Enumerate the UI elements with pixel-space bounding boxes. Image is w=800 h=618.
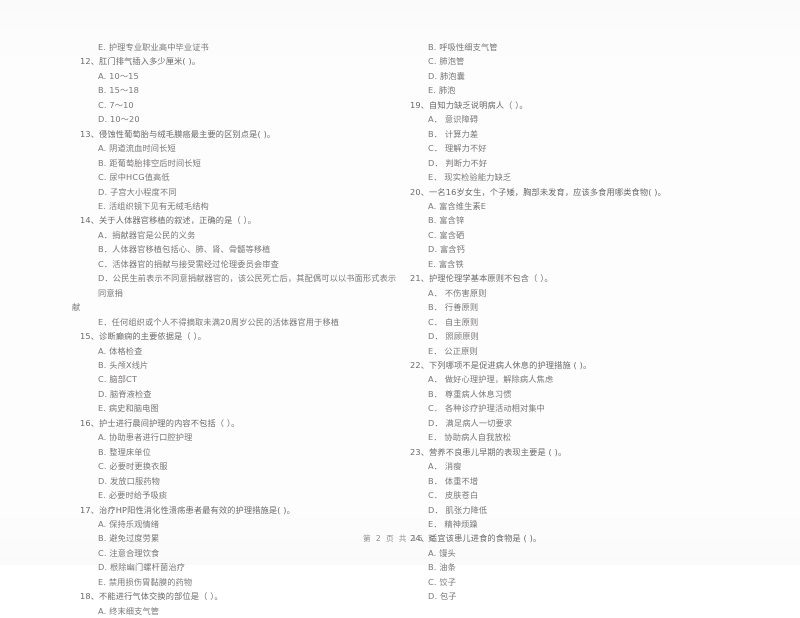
answer-option: B．人体器官移植包括心、肺、肾、骨髓等移植 bbox=[98, 244, 271, 255]
answer-option: A. 体格检查 bbox=[98, 345, 143, 356]
answer-option: E． 精神烦躁 bbox=[428, 518, 478, 529]
answer-option: A. 富含维生素E bbox=[428, 200, 487, 211]
answer-option: A． 不伤害原则 bbox=[428, 287, 487, 298]
answer-option: A. 保持乐观情绪 bbox=[98, 518, 160, 529]
answer-option: B. 富含锌 bbox=[428, 215, 465, 226]
answer-option: E. 病史和脑电图 bbox=[98, 403, 159, 414]
question-stem: 22、下列哪项不是促进病人休息的护理措施 ( )。 bbox=[410, 359, 592, 370]
answer-option: D． 满足病人一切要求 bbox=[428, 417, 513, 428]
wrapped-continuation-line: 献 bbox=[72, 302, 81, 313]
exam-paper-page: E. 护理专业职业高中毕业证书 12、肛门排气插入多少厘米( )。 A. 10～15… bbox=[0, 0, 800, 616]
answer-option: C. 饺子 bbox=[428, 576, 457, 587]
answer-option: B． 行善原则 bbox=[428, 302, 479, 313]
answer-option: E． 现实检验能力缺乏 bbox=[428, 172, 512, 183]
question-stem: 18、不能进行气体交换的部位是（ ）。 bbox=[80, 591, 223, 602]
answer-option: D． 照顾原则 bbox=[428, 331, 479, 342]
answer-option: B． 体重不增 bbox=[428, 475, 479, 486]
answer-option: C. 注意合理饮食 bbox=[98, 547, 160, 558]
answer-option: C. 7～10 bbox=[98, 99, 134, 110]
answer-option: C. 必要时更换衣服 bbox=[98, 461, 168, 472]
answer-option: E．任何组织或个人不得摘取未满20周岁公民的活体器官用于移植 bbox=[98, 316, 340, 327]
answer-option: B. 头颅X线片 bbox=[98, 359, 149, 370]
answer-option: D. 包子 bbox=[428, 591, 457, 602]
question-stem: 15、诊断癫痫的主要依据是（ ）。 bbox=[80, 331, 207, 342]
answer-option: C． 皮肤苍白 bbox=[428, 490, 479, 501]
question-stem: 20、一名16岁女生，个子矮，胸部未发育，应该多食用哪类食物( )。 bbox=[410, 186, 666, 197]
answer-option: E. 活组织镜下见有无绒毛结构 bbox=[98, 200, 209, 211]
answer-option: B. 15～18 bbox=[98, 85, 140, 96]
answer-option: D. 肺泡囊 bbox=[428, 70, 465, 81]
answer-option: E. 禁用损伤胃黏膜的药物 bbox=[98, 576, 193, 587]
answer-option: E． 公正原则 bbox=[428, 345, 478, 356]
answer-option: D. 脑脊液检查 bbox=[98, 388, 152, 399]
answer-option: B. 油条 bbox=[428, 562, 456, 573]
answer-option: B． 计算力差 bbox=[428, 128, 479, 139]
answer-option: C． 各种诊疗护理活动相对集中 bbox=[428, 403, 546, 414]
answer-option: D. 富含钙 bbox=[428, 244, 465, 255]
answer-option: A. 终末细支气管 bbox=[98, 605, 160, 616]
answer-option: B. 呼吸性细支气管 bbox=[428, 42, 498, 52]
answer-option: C． 理解力不好 bbox=[428, 143, 487, 154]
answer-option: C．活体器官的捐献与接受需经过伦理委员会审查 bbox=[98, 258, 279, 269]
answer-option: A． 意识障碍 bbox=[428, 114, 479, 125]
answer-option: B. 整理床单位 bbox=[98, 446, 151, 457]
question-stem: 12、肛门排气插入多少厘米( )。 bbox=[80, 56, 201, 67]
answer-option: A． 做好心理护理，解除病人焦虑 bbox=[428, 374, 554, 385]
answer-option: D. 根除幽门螺杆菌治疗 bbox=[98, 562, 185, 573]
question-stem: 13、侵蚀性葡萄胎与绒毛膜癌最主要的区别点是( )。 bbox=[80, 128, 276, 139]
question-column-left: E. 护理专业职业高中毕业证书 12、肛门排气插入多少厘米( )。 A. 10～15… bbox=[72, 40, 402, 618]
question-stem: 23、营养不良患儿早期的表现主要是 ( )。 bbox=[410, 446, 567, 457]
question-column-right: B. 呼吸性细支气管 C. 肺泡管 D. 肺泡囊 E. 肺泡 19、自知力缺乏说明病人（… bbox=[402, 40, 732, 604]
answer-option: D. 10～20 bbox=[98, 114, 140, 125]
answer-option: A. 10～15 bbox=[98, 70, 139, 81]
question-stem: 16、护士进行晨间护理的内容不包括（ ）。 bbox=[80, 417, 240, 428]
answer-option: D．公民生前表示不同意捐献器官的，该公民死亡后，其配偶可以以书面形式表示同意捐 bbox=[98, 273, 397, 298]
answer-option: A. 馒头 bbox=[428, 547, 456, 558]
answer-option: B. 距葡萄胎排空后时间长短 bbox=[98, 157, 201, 168]
answer-option: A． 消瘦 bbox=[428, 461, 462, 472]
question-stem: 19、自知力缺乏说明病人（ ）。 bbox=[410, 99, 528, 110]
answer-option: E. 肺泡 bbox=[428, 85, 456, 96]
answer-option: E． 协助病人自我放松 bbox=[428, 432, 512, 443]
answer-option: A. 阴道流血时间长短 bbox=[98, 143, 176, 154]
answer-option: E. 护理专业职业高中毕业证书 bbox=[98, 42, 209, 52]
answer-option: D. 发放口服药物 bbox=[98, 475, 160, 486]
answer-option: A. 协助患者进行口腔护理 bbox=[98, 432, 193, 443]
answer-option: A．捐献器官是公民的义务 bbox=[98, 229, 196, 240]
page-number-footer: 第 2 页 共 15 页 bbox=[363, 534, 437, 543]
question-stem: 17、治疗HP阳性消化性溃疡患者最有效的护理措施是( )。 bbox=[80, 504, 295, 515]
answer-option: D． 肌张力降低 bbox=[428, 504, 488, 515]
answer-option: C. 脑部CT bbox=[98, 374, 138, 385]
answer-option: D. 子宫大小程度不同 bbox=[98, 186, 177, 197]
answer-option: C. 尿中HCG值高低 bbox=[98, 172, 170, 183]
answer-option: D． 判断力不好 bbox=[428, 157, 488, 168]
answer-option: C． 自主原则 bbox=[428, 316, 479, 327]
answer-option: C. 肺泡管 bbox=[428, 56, 465, 67]
answer-option: B． 尊重病人休息习惯 bbox=[428, 388, 512, 399]
question-stem: 14、关于人体器官移植的叙述，正确的是（ ）。 bbox=[80, 215, 257, 226]
answer-option: E. 富含铁 bbox=[428, 258, 464, 269]
answer-option: E. 必要时给予吸痰 bbox=[98, 490, 168, 501]
answer-option: C. 富含硒 bbox=[428, 229, 465, 240]
question-stem: 21、护理伦理学基本原则不包含（ ）。 bbox=[410, 273, 553, 284]
